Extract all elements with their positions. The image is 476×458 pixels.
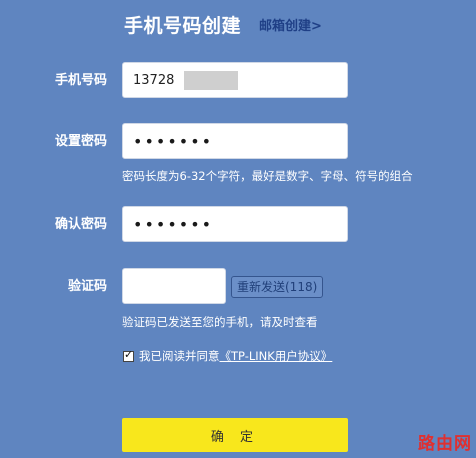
phone-redaction-mask [184, 71, 238, 90]
agreement-text: 我已阅读并同意 [139, 349, 220, 363]
watermark-logo: 路由网 [418, 434, 472, 454]
captcha-label: 验证码 [67, 279, 107, 294]
confirm-password-label: 确认密码 [54, 217, 107, 232]
password-dots: ••••••• [133, 132, 214, 151]
check-icon: ✓ [124, 347, 134, 361]
captcha-input[interactable] [122, 268, 226, 304]
email-create-link[interactable]: 邮箱创建> [259, 17, 322, 37]
agreement-checkbox[interactable]: ✓ [123, 347, 134, 362]
agreement-row: ✓ 我已阅读并同意 《TP-LINK用户协议》 [123, 348, 332, 364]
confirm-button[interactable]: 确 定 [122, 418, 348, 452]
confirm-password-dots: ••••••• [133, 215, 214, 234]
phone-label: 手机号码 [54, 73, 107, 88]
page-title: 手机号码创建 [124, 15, 242, 37]
resend-code-button[interactable]: 重新发送(118) [231, 276, 324, 298]
password-hint: 密码长度为6-32个字符，最好是数字、字母、符号的组合 [122, 169, 413, 183]
password-label: 设置密码 [54, 134, 107, 149]
captcha-hint: 验证码已发送至您的手机，请及时查看 [122, 315, 318, 329]
agreement-link[interactable]: 《TP-LINK用户协议》 [220, 348, 333, 364]
